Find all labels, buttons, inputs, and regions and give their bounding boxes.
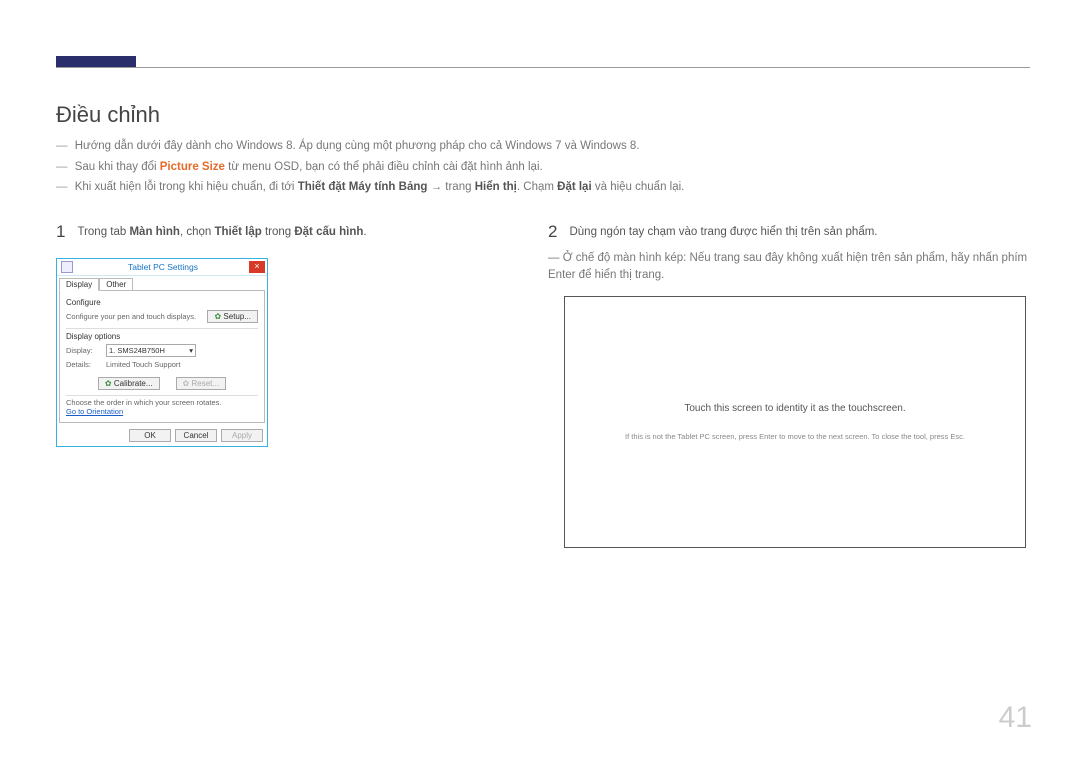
display-select[interactable]: 1. SMS24B750H ▾ (106, 344, 196, 357)
orientation-message: Choose the order in which your screen ro… (66, 398, 258, 407)
dash-icon: ― (56, 181, 68, 193)
details-label: Details: (66, 360, 102, 369)
step-2-subnote: ― Ở chế độ màn hình kép: Nếu trang sau đ… (548, 250, 1028, 285)
ok-button[interactable]: OK (129, 429, 171, 442)
configure-description: Configure your pen and touch displays. (66, 312, 203, 321)
dialog-title: Tablet PC Settings (77, 262, 249, 272)
setup-button[interactable]: ✿ Setup... (207, 310, 258, 323)
step-2-text: Dùng ngón tay chạm vào trang được hiển t… (548, 222, 1028, 238)
dialog-titlebar: Tablet PC Settings × (57, 259, 267, 276)
touch-message-2: If this is not the Tablet PC screen, pre… (625, 432, 965, 441)
tablet-pc-settings-dialog: Tablet PC Settings × DisplayOther Config… (56, 258, 268, 447)
dash-icon: ― (56, 140, 68, 152)
page-number: 41 (999, 701, 1032, 735)
cancel-button[interactable]: Cancel (175, 429, 217, 442)
chevron-down-icon: ▾ (189, 346, 193, 355)
notes-block: ― Hướng dẫn dưới đây dành cho Windows 8.… (56, 136, 684, 198)
page-title: Điều chỉnh (56, 102, 160, 128)
dash-icon: ― (548, 252, 560, 264)
header-divider (56, 67, 1030, 68)
step-1: 1 Trong tab Màn hình, chọn Thiết lập tro… (56, 222, 516, 242)
dialog-footer: OK Cancel Apply (57, 425, 267, 446)
note-line-2: ― Sau khi thay đổi Picture Size từ menu … (56, 157, 684, 178)
step-2: 2 Dùng ngón tay chạm vào trang được hiển… (548, 222, 1028, 285)
step-1-number: 1 (56, 222, 65, 242)
tab-display[interactable]: Display (59, 278, 99, 291)
dialog-app-icon (61, 261, 73, 273)
display-options-label: Display options (66, 332, 258, 341)
display-label: Display: (66, 346, 102, 355)
calibrate-button[interactable]: ✿ Calibrate... (98, 377, 160, 390)
reset-icon: ✿ (183, 379, 190, 388)
configure-label: Configure (66, 298, 258, 307)
setup-icon: ✿ (214, 312, 221, 321)
tab-other[interactable]: Other (99, 278, 133, 290)
note-line-3: ― Khi xuất hiện lỗi trong khi hiệu chuẩn… (56, 177, 684, 198)
close-button[interactable]: × (249, 261, 265, 273)
step-1-text: Trong tab Màn hình, chọn Thiết lập trong… (56, 222, 516, 238)
touch-message-1: Touch this screen to identity it as the … (684, 403, 905, 414)
calibrate-icon: ✿ (105, 379, 112, 388)
dash-icon: ― (56, 161, 68, 173)
reset-button[interactable]: ✿ Reset... (176, 377, 227, 390)
note-line-1: ― Hướng dẫn dưới đây dành cho Windows 8.… (56, 136, 684, 157)
details-value: Limited Touch Support (106, 360, 181, 369)
orientation-link[interactable]: Go to Orientation (66, 407, 258, 416)
touchscreen-prompt-box: Touch this screen to identity it as the … (564, 296, 1026, 548)
apply-button[interactable]: Apply (221, 429, 263, 442)
dialog-tabs: DisplayOther (57, 276, 267, 291)
tab-body: Configure Configure your pen and touch d… (59, 290, 265, 423)
step-2-number: 2 (548, 222, 557, 242)
